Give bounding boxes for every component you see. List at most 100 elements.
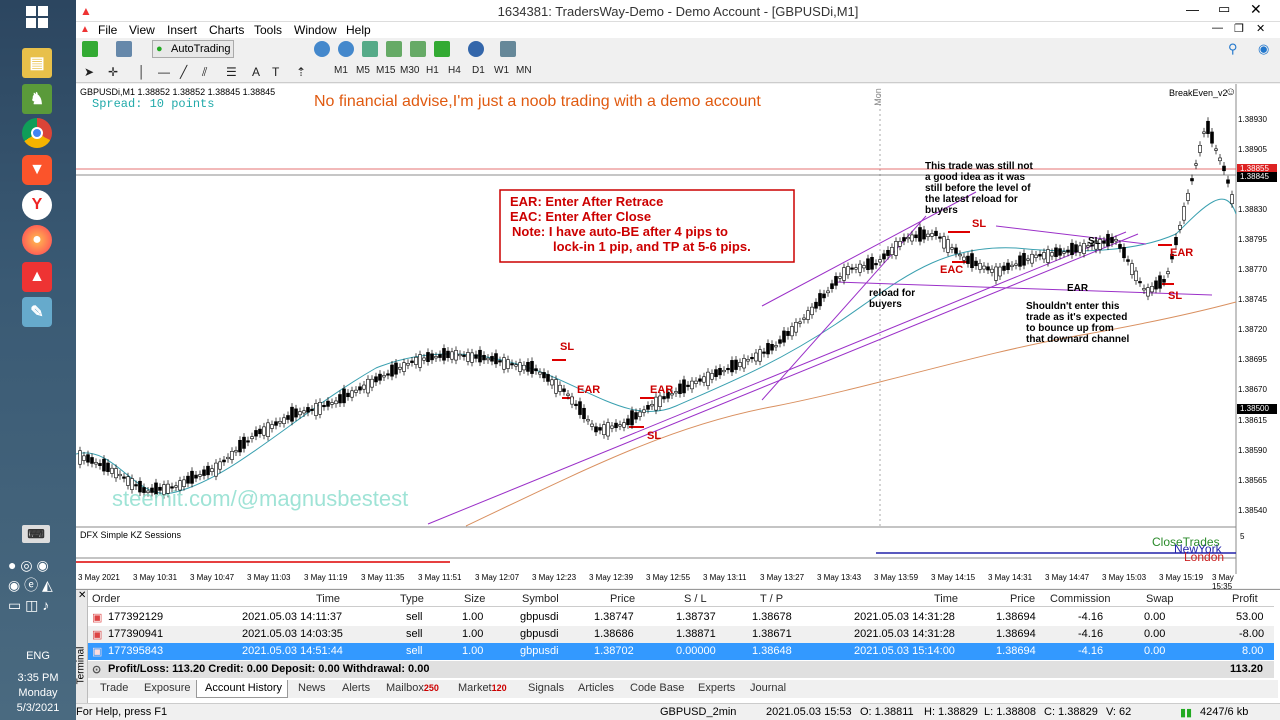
menu-help[interactable]: Help: [346, 23, 371, 37]
tab-code-base[interactable]: Code Base: [630, 682, 684, 694]
tab-market[interactable]: Market120: [458, 682, 507, 694]
tab-articles[interactable]: Articles: [578, 682, 614, 694]
chrome-icon[interactable]: [22, 118, 52, 148]
language-indicator[interactable]: ENG: [0, 650, 76, 662]
candle-body: [962, 256, 966, 261]
fibonacci-icon[interactable]: ☰: [226, 65, 237, 79]
timeframe-w1[interactable]: W1: [494, 65, 509, 76]
tab-exposure[interactable]: Exposure: [144, 682, 190, 694]
tab-signals[interactable]: Signals: [528, 682, 564, 694]
timeframe-m15[interactable]: M15: [376, 65, 395, 76]
channel-icon[interactable]: ⫽: [202, 65, 207, 80]
tile-windows-icon[interactable]: [362, 41, 378, 57]
col-time[interactable]: Time: [316, 593, 340, 605]
trendline-icon[interactable]: ╱: [180, 65, 187, 79]
col-type[interactable]: Type: [400, 593, 424, 605]
templates-icon[interactable]: [500, 41, 516, 57]
cursor-icon[interactable]: ➤: [84, 65, 94, 79]
timeframe-h1[interactable]: H1: [426, 65, 439, 76]
tab-mailbox[interactable]: Mailbox250: [386, 682, 439, 694]
col-close-time[interactable]: Time: [934, 593, 958, 605]
cell-commission: -4.16: [1078, 628, 1104, 640]
horizontal-line-icon[interactable]: —: [158, 65, 170, 79]
menu-tools[interactable]: Tools: [254, 23, 282, 37]
tab-news[interactable]: News: [298, 682, 326, 694]
candle-body: [258, 428, 262, 435]
new-chart-icon[interactable]: [82, 41, 98, 57]
col-commission[interactable]: Commission: [1050, 593, 1111, 605]
candle-body: [122, 476, 126, 479]
timeframe-m1[interactable]: M1: [334, 65, 348, 76]
tab-trade[interactable]: Trade: [100, 682, 128, 694]
timeframe-m5[interactable]: M5: [356, 65, 370, 76]
search-icon[interactable]: ⚲: [1228, 41, 1238, 57]
col-swap[interactable]: Swap: [1146, 593, 1174, 605]
menu-charts[interactable]: Charts: [209, 23, 244, 37]
keyboard-icon[interactable]: ⌨: [22, 525, 50, 543]
candle-body: [626, 418, 630, 426]
file-explorer-icon[interactable]: ▤: [22, 48, 52, 78]
order-icon: ▣: [92, 612, 103, 624]
profiles-icon[interactable]: [116, 41, 132, 57]
minimize-icon[interactable]: —: [1186, 2, 1199, 17]
col-tp[interactable]: T / P: [760, 593, 783, 605]
tab-alerts[interactable]: Alerts: [342, 682, 370, 694]
candle-body: [726, 367, 730, 371]
terminal-close-icon[interactable]: ✕: [78, 590, 86, 601]
close-icon[interactable]: ✕: [1250, 1, 1262, 18]
arrows-icon[interactable]: ⇡: [296, 65, 306, 79]
paint-icon[interactable]: ✎: [22, 297, 52, 327]
chart-shift-icon[interactable]: [386, 41, 402, 57]
indicators-icon[interactable]: [434, 41, 450, 57]
timeframe-m30[interactable]: M30: [400, 65, 419, 76]
table-row[interactable]: ▣ 177390941 2021.05.03 14:03:35 sell 1.0…: [88, 626, 1274, 643]
windows-start-icon[interactable]: [26, 6, 48, 28]
brave-icon[interactable]: ▼: [22, 155, 52, 185]
menu-insert[interactable]: Insert: [167, 23, 197, 37]
col-order[interactable]: Order: [92, 593, 120, 605]
table-row[interactable]: ▣ 177392129 2021.05.03 14:11:37 sell 1.0…: [88, 609, 1274, 626]
tab-experts[interactable]: Experts: [698, 682, 735, 694]
timeframe-mn[interactable]: MN: [516, 65, 532, 76]
zoom-out-icon[interactable]: [338, 41, 354, 57]
tray-icons[interactable]: ● ◎ ◉ ◉ ⓔ ◭ ▭ ◫ ♪: [8, 555, 68, 635]
app-icon[interactable]: ♞: [22, 84, 52, 114]
text-icon[interactable]: A: [252, 65, 260, 79]
autoscroll-icon[interactable]: [410, 41, 426, 57]
col-price[interactable]: Price: [610, 593, 635, 605]
yandex-icon[interactable]: Y: [22, 190, 52, 220]
menu-view[interactable]: View: [129, 23, 155, 37]
status-open: O: 1.38811: [860, 706, 914, 718]
table-row-selected[interactable]: ▣ 177395843 2021.05.03 14:51:44 sell 1.0…: [88, 643, 1274, 660]
periods-icon[interactable]: [468, 41, 484, 57]
metatrader-icon[interactable]: ▲: [22, 262, 52, 292]
vertical-line-icon[interactable]: │: [138, 65, 146, 79]
col-symbol[interactable]: Symbol: [522, 593, 559, 605]
zoom-in-icon[interactable]: [314, 41, 330, 57]
timeframe-h4[interactable]: H4: [448, 65, 461, 76]
window-restore-icon[interactable]: ❐: [1234, 22, 1244, 35]
maximize-icon[interactable]: ▭: [1218, 1, 1230, 17]
tab-account-history[interactable]: Account History: [196, 680, 288, 698]
subwindow-axis: 5: [1240, 532, 1245, 541]
text-label-icon[interactable]: T: [272, 65, 279, 79]
crosshair-icon[interactable]: ✛: [108, 65, 118, 79]
col-sl[interactable]: S / L: [684, 593, 707, 605]
timeframe-d1[interactable]: D1: [472, 65, 485, 76]
candle-body: [110, 467, 114, 474]
firefox-icon[interactable]: ●: [22, 225, 52, 255]
price-chart[interactable]: GBPUSDi,M1 1.38852 1.38852 1.38845 1.388…: [76, 84, 1280, 591]
col-size[interactable]: Size: [464, 593, 485, 605]
status-bar: For Help, press F1 GBPUSD_2min 2021.05.0…: [76, 703, 1280, 720]
window-minimize-icon[interactable]: —: [1212, 22, 1223, 34]
window-close-icon[interactable]: ✕: [1256, 22, 1265, 35]
autotrading-button[interactable]: ● AutoTrading: [152, 40, 234, 58]
col-profit[interactable]: Profit: [1232, 593, 1258, 605]
clock-time[interactable]: 3:35 PM: [0, 672, 76, 684]
tab-journal[interactable]: Journal: [750, 682, 786, 694]
status-profile[interactable]: GBPUSD_2min: [660, 706, 736, 718]
menu-window[interactable]: Window: [294, 23, 337, 37]
community-icon[interactable]: ◉: [1258, 41, 1269, 57]
col-close-price[interactable]: Price: [1010, 593, 1035, 605]
menu-file[interactable]: File: [98, 23, 117, 37]
